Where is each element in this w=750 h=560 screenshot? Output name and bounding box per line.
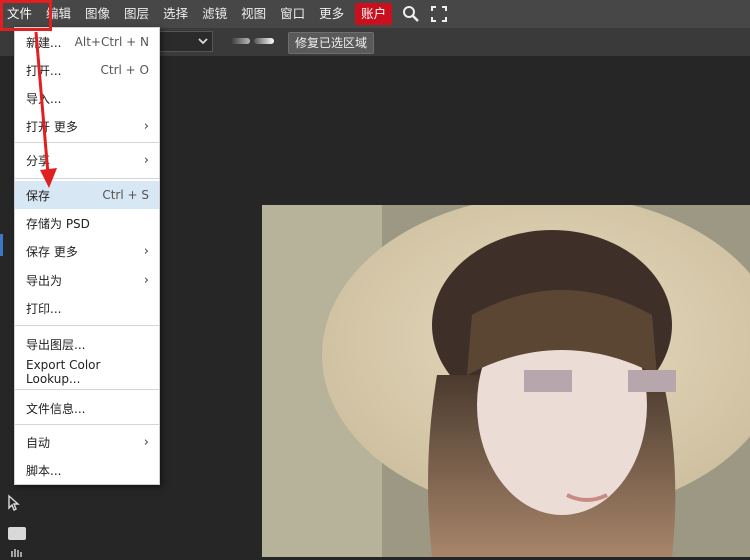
annotation-arrow [34,31,57,188]
